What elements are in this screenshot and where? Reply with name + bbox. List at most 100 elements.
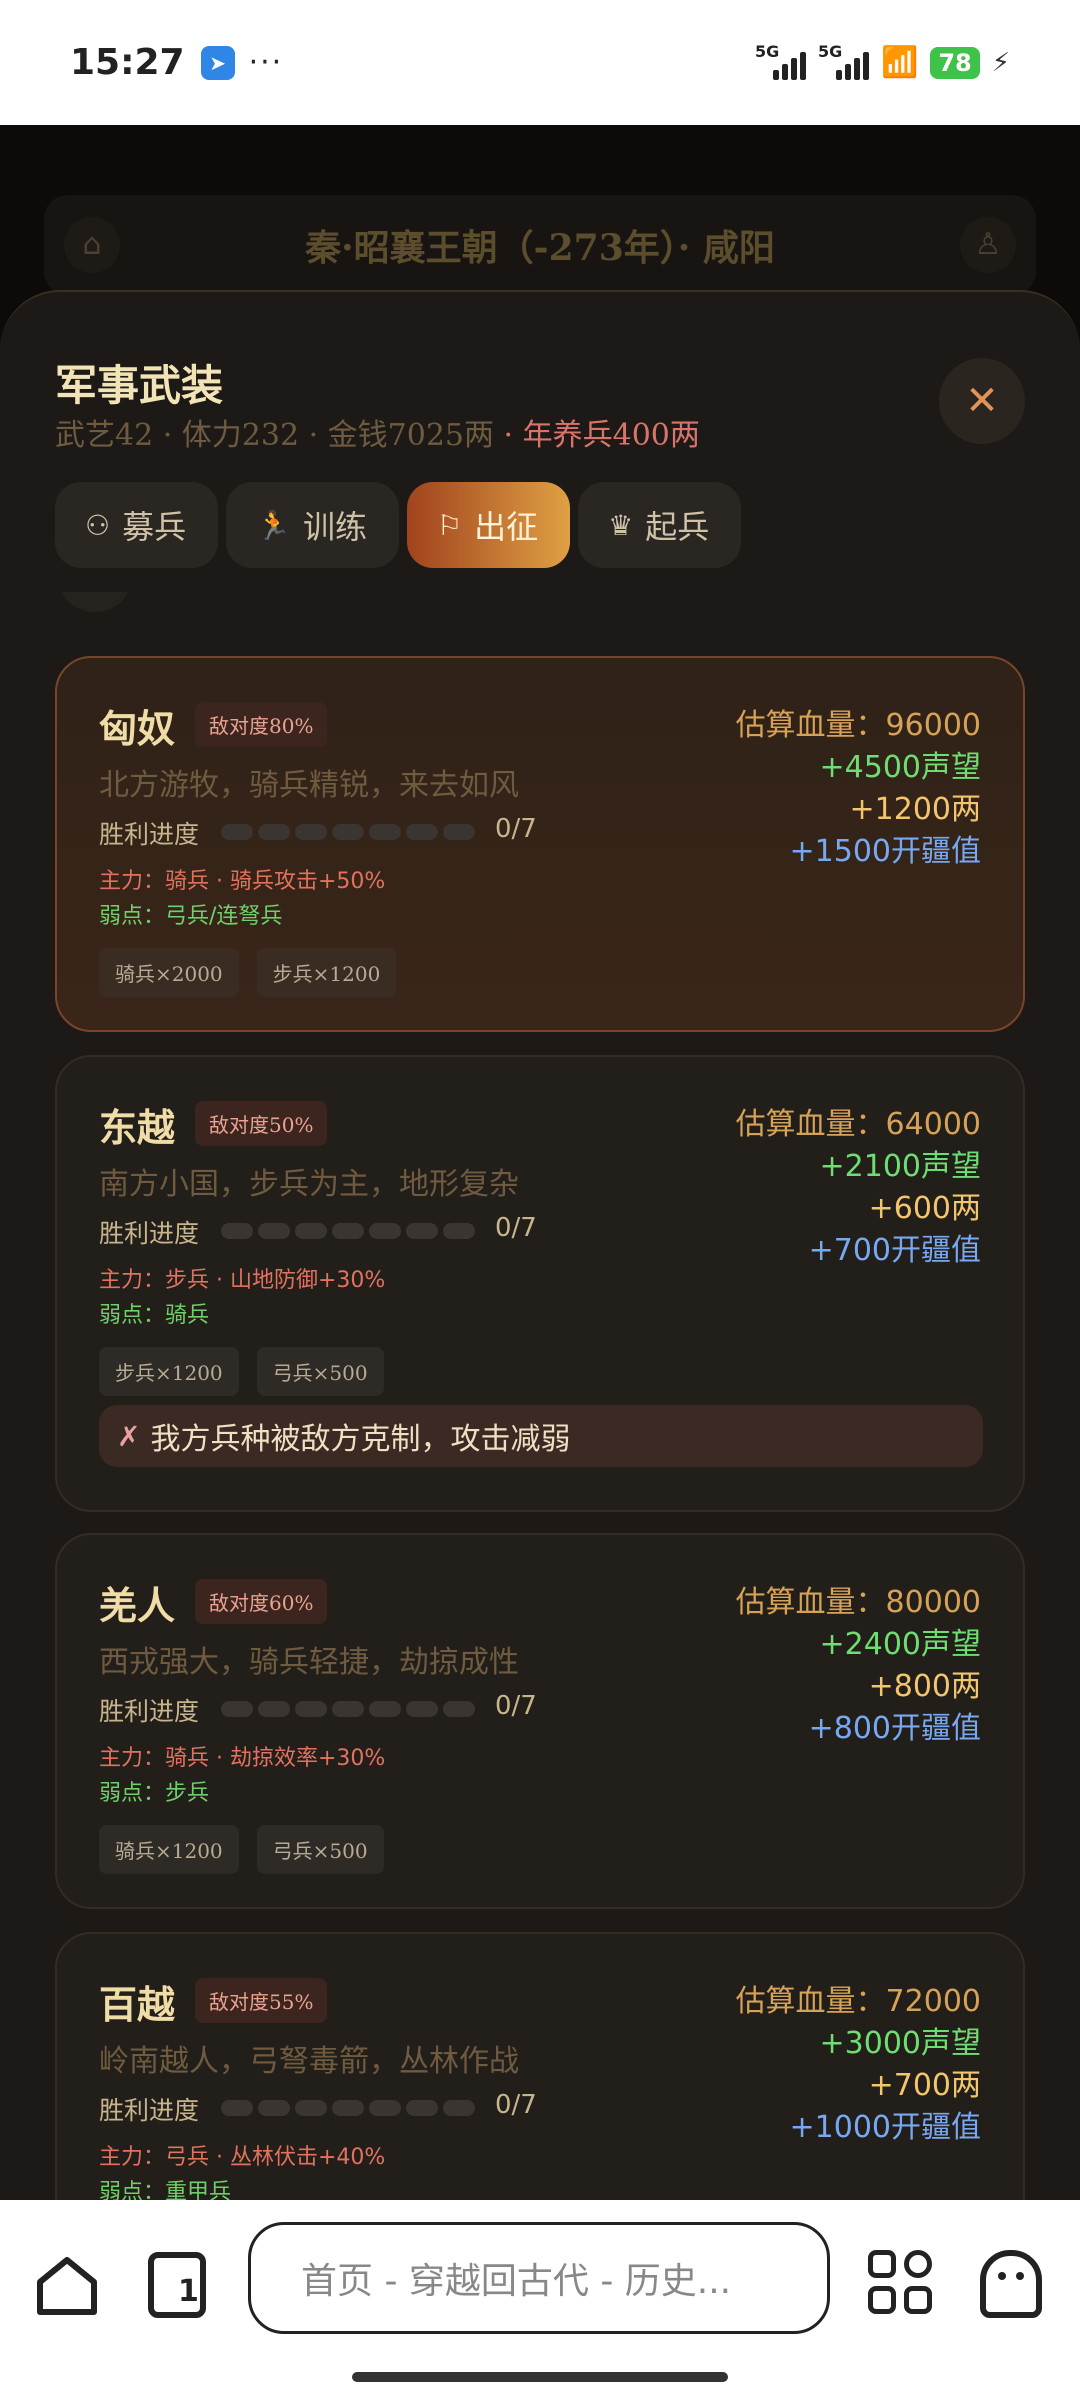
progress-label: 胜利进度	[99, 1697, 200, 1726]
ghost-menu-icon[interactable]	[980, 2250, 1042, 2318]
status-bar: 15:27 ➤ ··· 5G 5G 📶 78 ⚡	[0, 0, 1080, 125]
progress-label: 胜利进度	[99, 820, 200, 849]
warning-text: 我方兵种被敌方克制，攻击减弱	[150, 1422, 571, 1457]
upkeep-text: · 年养兵400两	[503, 418, 700, 453]
enemy-list[interactable]: 匈奴 敌对度80% 北方游牧，骑兵精锐，来去如风 胜利进度 0/7 主力：骑兵 …	[0, 592, 1080, 2200]
progress-bar	[221, 1223, 475, 1239]
hostility-badge: 敌对度60%	[195, 1579, 328, 1624]
reward-territory: +800开疆值	[808, 1711, 981, 1746]
estimated-hp: 估算血量：80000	[735, 1585, 981, 1620]
background-header: ⌂ 秦·昭襄王朝（-273年）· 咸阳 ♙	[44, 195, 1036, 295]
reward-reputation: +4500声望	[819, 750, 981, 785]
estimated-hp: 估算血量：72000	[735, 1984, 981, 2019]
reward-territory: +1500开疆值	[789, 834, 981, 869]
enemy-card-dongyue[interactable]: 东越 敌对度50% 南方小国，步兵为主，地形复杂 胜利进度 0/7 主力：步兵 …	[55, 1055, 1025, 1512]
progress-count: 0/7	[495, 1213, 537, 1243]
enemy-desc: 岭南越人，弓弩毒箭，丛林作战	[99, 2044, 519, 2079]
address-bar[interactable]: 首页 - 穿越回古代 - 历史...	[248, 2222, 830, 2334]
troop-tag: 弓兵×500	[256, 1347, 384, 1396]
crown-icon: ♛	[608, 508, 634, 542]
user-icon: ♙	[960, 217, 1016, 273]
reward-gold: +600两	[868, 1191, 981, 1226]
app-notification-icon: ➤	[200, 45, 235, 80]
troop-tag: 步兵×1200	[256, 948, 397, 997]
progress-bar	[221, 1701, 475, 1717]
reward-territory: +700开疆值	[808, 1233, 981, 1268]
enemy-desc: 北方游牧，骑兵精锐，来去如风	[99, 768, 519, 803]
signal-icon: 5G	[755, 42, 806, 80]
close-button[interactable]: ✕	[939, 358, 1025, 444]
tab-label: 募兵	[122, 508, 187, 546]
main-force: 主力：弓兵 · 丛林伏击+40%	[99, 2145, 386, 2170]
tab-label: 起兵	[645, 508, 710, 546]
troop-tag: 步兵×1200	[99, 1347, 239, 1396]
enemy-card-baiyue[interactable]: 百越 敌对度55% 岭南越人，弓弩毒箭，丛林作战 胜利进度 0/7 主力：弓兵 …	[55, 1932, 1025, 2200]
reward-gold: +700两	[868, 2068, 981, 2103]
weakness: 弱点：骑兵	[99, 1303, 210, 1328]
hostility-badge: 敌对度55%	[195, 1978, 328, 2023]
tab-recruit[interactable]: ⚇ 募兵	[55, 482, 219, 568]
modal-stats: 武艺42 · 体力232 · 金钱7025两 · 年养兵400两	[55, 410, 700, 454]
progress-label: 胜利进度	[99, 1219, 200, 1248]
enemy-name: 东越	[99, 1105, 176, 1150]
apps-grid-icon[interactable]	[868, 2250, 932, 2314]
main-force: 主力：骑兵 · 骑兵攻击+50%	[99, 869, 386, 894]
enemy-name: 羌人	[99, 1583, 176, 1628]
reward-reputation: +3000声望	[819, 2026, 981, 2061]
reward-territory: +1000开疆值	[789, 2110, 981, 2145]
more-notifications-icon: ···	[248, 45, 284, 80]
reward-reputation: +2100声望	[819, 1149, 981, 1184]
enemy-desc: 南方小国，步兵为主，地形复杂	[99, 1167, 519, 1202]
weakness: 弱点：重甲兵	[99, 2180, 232, 2200]
tab-expedition[interactable]: ⚐ 出征	[407, 482, 571, 568]
enemy-card-xiongnu[interactable]: 匈奴 敌对度80% 北方游牧，骑兵精锐，来去如风 胜利进度 0/7 主力：骑兵 …	[55, 656, 1025, 1032]
browser-toolbar: 1 首页 - 穿越回古代 - 历史...	[0, 2200, 1080, 2400]
enemy-name: 匈奴	[99, 706, 176, 751]
modal-title: 军事武装	[55, 361, 224, 410]
gesture-handle	[352, 2372, 728, 2382]
enemy-name: 百越	[99, 1982, 176, 2027]
home-icon: ⌂	[64, 217, 120, 273]
people-icon: ⚇	[85, 508, 111, 542]
enemy-desc: 西戎强大，骑兵轻捷，劫掠成性	[99, 1645, 519, 1680]
reward-gold: +800两	[868, 1669, 981, 1704]
troop-tag: 骑兵×1200	[99, 1825, 239, 1874]
reward-gold: +1200两	[849, 792, 981, 827]
cross-icon: ✗	[117, 1419, 141, 1453]
stats-text: 武艺42 · 体力232 · 金钱7025两	[55, 418, 494, 453]
estimated-hp: 估算血量：64000	[735, 1107, 981, 1142]
weakness: 弱点：弓兵/连弩兵	[99, 904, 283, 929]
status-time: 15:27	[70, 42, 185, 83]
tab-train[interactable]: 🏃 训练	[226, 482, 400, 568]
wifi-icon: 📶	[880, 45, 919, 80]
weakness: 弱点：步兵	[99, 1781, 210, 1806]
estimated-hp: 估算血量：96000	[735, 708, 981, 743]
tab-uprising[interactable]: ♛ 起兵	[578, 482, 742, 568]
hostility-badge: 敌对度50%	[195, 1101, 328, 1146]
home-icon[interactable]	[34, 2252, 100, 2318]
troop-tag: 弓兵×500	[256, 1825, 384, 1874]
main-force: 主力：步兵 · 山地防御+30%	[99, 1268, 386, 1293]
flag-icon: ⚐	[437, 508, 463, 542]
signal-icon-2: 5G	[818, 42, 869, 80]
background-title: 秦·昭襄王朝（-273年）· 咸阳	[305, 227, 775, 269]
main-force: 主力：骑兵 · 劫掠效率+30%	[99, 1746, 386, 1771]
hostility-badge: 敌对度80%	[195, 702, 328, 747]
tab-label: 出征	[474, 508, 539, 546]
progress-count: 0/7	[495, 814, 537, 844]
progress-bar	[221, 2100, 475, 2116]
counter-warning: ✗ 我方兵种被敌方克制，攻击减弱	[99, 1405, 983, 1467]
tab-count: 1	[178, 2274, 199, 2309]
progress-label: 胜利进度	[99, 2096, 200, 2125]
battery-icon: 78	[930, 46, 980, 79]
charging-icon: ⚡	[991, 47, 1010, 78]
troop-tags: 步兵×1200 弓兵×500	[99, 1347, 384, 1396]
progress-count: 0/7	[495, 1691, 537, 1721]
tab-label: 训练	[303, 508, 368, 546]
military-modal: 军事武装 武艺42 · 体力232 · 金钱7025两 · 年养兵400两 ✕ …	[0, 290, 1080, 2200]
previous-item-peek	[60, 592, 130, 612]
troop-tags: 骑兵×2000 步兵×1200	[99, 948, 397, 997]
troop-tags: 骑兵×1200 弓兵×500	[99, 1825, 384, 1874]
runner-icon: 🏃	[256, 508, 291, 542]
enemy-card-qiangren[interactable]: 羌人 敌对度60% 西戎强大，骑兵轻捷，劫掠成性 胜利进度 0/7 主力：骑兵 …	[55, 1533, 1025, 1909]
